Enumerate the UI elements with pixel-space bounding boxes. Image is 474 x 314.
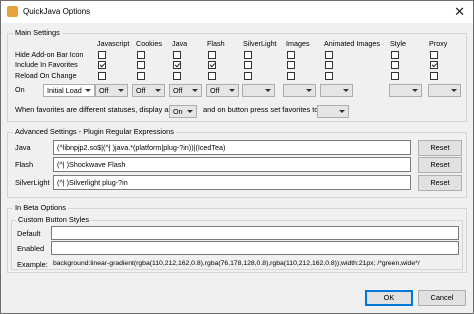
java-regex-label: Java: [15, 143, 31, 152]
chevron-down-icon: [451, 89, 457, 92]
checkbox-include-in-favorites-flash[interactable]: [208, 61, 216, 69]
checkbox-include-in-favorites-images[interactable]: [287, 61, 295, 69]
checkbox-include-in-favorites-java[interactable]: [173, 61, 181, 69]
row-label-reload-on-change: Reload On Change: [15, 71, 77, 80]
example-text: background:linear-gradient(rgba(110,212,…: [53, 260, 420, 267]
custom-styles-label: Custom Button Styles: [16, 215, 92, 224]
advanced-settings-label: Advanced Settings - Plugin Regular Expre…: [13, 127, 176, 136]
chevron-down-icon: [339, 110, 345, 113]
column-header-proxy: Proxy: [429, 39, 448, 48]
silverlight-regex-input[interactable]: (^| )Silverlight plug-?in: [53, 175, 411, 190]
title-bar: QuickJava Options ✕: [1, 1, 473, 23]
flash-reset-button[interactable]: Reset: [418, 157, 462, 173]
checkbox-include-in-favorites-cookies[interactable]: [137, 61, 145, 69]
checkbox-hide-add-on-bar-icon-java[interactable]: [173, 51, 181, 59]
column-header-java: Java: [172, 39, 188, 48]
checkbox-include-in-favorites-proxy[interactable]: [430, 61, 438, 69]
on-dropdown-javascript[interactable]: Off: [95, 84, 128, 97]
enabled-style-label: Enabled: [17, 244, 45, 253]
column-header-style: Style: [390, 39, 406, 48]
column-header-silverlight: SilverLight: [243, 39, 277, 48]
checkbox-reload-on-change-flash[interactable]: [208, 72, 216, 80]
java-reset-button[interactable]: Reset: [418, 140, 462, 156]
checkbox-reload-on-change-style[interactable]: [391, 72, 399, 80]
column-header-javascript: Javascript: [97, 39, 130, 48]
checkbox-hide-add-on-bar-icon-animated-images[interactable]: [325, 51, 333, 59]
flash-regex-label: Flash: [15, 160, 34, 169]
checkbox-include-in-favorites-animated-images[interactable]: [325, 61, 333, 69]
chevron-down-icon: [343, 89, 349, 92]
chevron-down-icon: [306, 89, 312, 92]
on-dropdown-java[interactable]: Off: [169, 84, 202, 97]
chevron-down-icon: [85, 89, 91, 92]
row-label-include-in-favorites: Include In Favorites: [15, 60, 78, 69]
java-regex-input[interactable]: (^libnpjp2.so$|(^| )java.*(platform|plug…: [53, 140, 411, 155]
cancel-button[interactable]: Cancel: [418, 290, 466, 306]
button-press-label: and on button press set favorites to: [203, 105, 319, 114]
close-icon[interactable]: ✕: [454, 4, 465, 19]
column-header-animated-images: Animated Images: [324, 39, 380, 48]
column-header-cookies: Cookies: [136, 39, 162, 48]
column-header-images: Images: [286, 39, 310, 48]
checkbox-hide-add-on-bar-icon-proxy[interactable]: [430, 51, 438, 59]
window-title: QuickJava Options: [23, 7, 91, 16]
checkbox-reload-on-change-cookies[interactable]: [137, 72, 145, 80]
default-style-label: Default: [17, 229, 41, 238]
checkbox-reload-on-change-javascript[interactable]: [98, 72, 106, 80]
on-dropdown-cookies[interactable]: Off: [132, 84, 165, 97]
enabled-style-input[interactable]: [51, 241, 459, 255]
chevron-down-icon: [412, 89, 418, 92]
column-header-flash: Flash: [207, 39, 225, 48]
checkbox-hide-add-on-bar-icon-flash[interactable]: [208, 51, 216, 59]
on-label: On: [15, 85, 25, 94]
checkbox-hide-add-on-bar-icon-style[interactable]: [391, 51, 399, 59]
on-dropdown-value: Off: [210, 86, 220, 95]
on-dropdown-style[interactable]: [389, 84, 422, 97]
chevron-down-icon: [155, 89, 161, 92]
checkbox-hide-add-on-bar-icon-javascript[interactable]: [98, 51, 106, 59]
favorites-display-dropdown[interactable]: On: [169, 105, 197, 118]
default-style-input[interactable]: [51, 226, 459, 240]
on-dropdown-images[interactable]: [283, 84, 316, 97]
chevron-down-icon: [118, 89, 124, 92]
on-dropdown-flash[interactable]: Off: [206, 84, 239, 97]
on-dropdown-value: Off: [99, 86, 109, 95]
button-press-dropdown[interactable]: [317, 105, 349, 118]
checkbox-include-in-favorites-silverlight[interactable]: [244, 61, 252, 69]
quickjava-options-window: QuickJava Options ✕ Main Settings Javasc…: [0, 0, 474, 314]
on-dropdown-proxy[interactable]: [428, 84, 461, 97]
silverlight-reset-button[interactable]: Reset: [418, 175, 462, 191]
ok-button[interactable]: OK: [365, 290, 413, 306]
on-dropdown-value: Off: [173, 86, 183, 95]
row-label-hide-add-on-bar-icon: Hide Add-on Bar Icon: [15, 50, 84, 59]
chevron-down-icon: [187, 110, 193, 113]
flash-regex-input[interactable]: (^| )Shockwave Flash: [53, 157, 411, 172]
beta-options-label: In Beta Options: [13, 203, 68, 212]
checkbox-include-in-favorites-javascript[interactable]: [98, 61, 106, 69]
chevron-down-icon: [192, 89, 198, 92]
checkbox-hide-add-on-bar-icon-cookies[interactable]: [137, 51, 145, 59]
checkbox-reload-on-change-proxy[interactable]: [430, 72, 438, 80]
on-dropdown-silverlight[interactable]: [242, 84, 275, 97]
app-icon: [7, 6, 18, 17]
checkbox-hide-add-on-bar-icon-silverlight[interactable]: [244, 51, 252, 59]
checkbox-hide-add-on-bar-icon-images[interactable]: [287, 51, 295, 59]
silverlight-regex-label: SilverLight: [15, 178, 50, 187]
on-mode-dropdown[interactable]: Initial Load: [43, 84, 95, 97]
on-dropdown-animated-images[interactable]: [320, 84, 353, 97]
checkbox-reload-on-change-java[interactable]: [173, 72, 181, 80]
main-settings-label: Main Settings: [13, 28, 62, 37]
checkbox-include-in-favorites-style[interactable]: [391, 61, 399, 69]
chevron-down-icon: [229, 89, 235, 92]
on-mode-value: Initial Load: [47, 86, 82, 95]
on-dropdown-value: Off: [136, 86, 146, 95]
favorites-status-label: When favorites are different statuses, d…: [15, 105, 173, 114]
example-label: Example:: [17, 260, 48, 269]
checkbox-reload-on-change-silverlight[interactable]: [244, 72, 252, 80]
checkbox-reload-on-change-animated-images[interactable]: [325, 72, 333, 80]
favorites-display-value: On: [173, 107, 183, 116]
chevron-down-icon: [265, 89, 271, 92]
checkbox-reload-on-change-images[interactable]: [287, 72, 295, 80]
